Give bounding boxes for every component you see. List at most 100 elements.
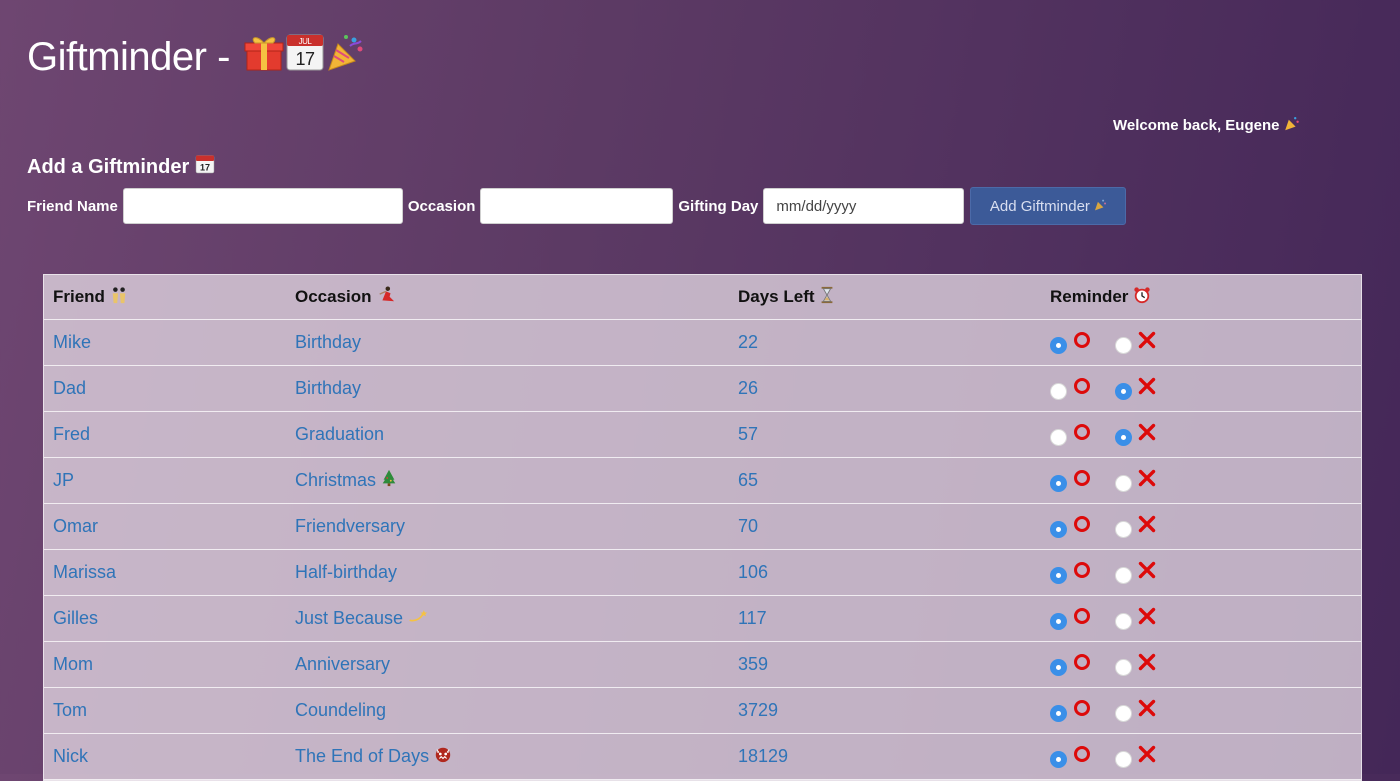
occasion-link[interactable]: Coundeling (295, 700, 386, 721)
occasion-cell: Christmas (286, 457, 729, 504)
occasion-cell: Graduation (286, 411, 729, 458)
occasion-link[interactable]: Anniversary (295, 654, 390, 675)
calendar-icon: JUL 17 (286, 32, 324, 82)
friend-cell: Mom (44, 641, 286, 688)
friend-cell: Gilles (44, 595, 286, 642)
reminder-off-radio[interactable] (1115, 613, 1132, 630)
reminder-off-radio[interactable] (1115, 567, 1132, 584)
friend-link[interactable]: Mom (53, 654, 93, 674)
days-left-cell: 106 (729, 549, 1041, 596)
days-left-value: 65 (738, 470, 759, 490)
table-row: Nick The End of Days 18129 (44, 733, 1361, 780)
occasion-link[interactable]: Half-birthday (295, 562, 397, 583)
reminder-on-radio[interactable] (1050, 429, 1067, 446)
reminder-on-radio[interactable] (1050, 475, 1067, 492)
table-row: Dad Birthday 26 (44, 365, 1361, 412)
svg-text:17: 17 (295, 49, 315, 69)
red-x-icon (1138, 469, 1156, 492)
reminder-on-radio[interactable] (1050, 567, 1067, 584)
reminder-on-radio[interactable] (1050, 659, 1067, 676)
occasion-link[interactable]: Birthday (295, 332, 361, 353)
welcome-message: Welcome back, Eugene (1113, 115, 1300, 135)
giftminder-table: Friend Occasion Days Left Reminder Mike … (43, 274, 1362, 781)
dancer-icon (377, 285, 395, 309)
occasion-cell: Birthday (286, 365, 729, 412)
reminder-on-radio[interactable] (1050, 705, 1067, 722)
friend-cell: Mike (44, 319, 286, 366)
table-row: Fred Graduation 57 (44, 411, 1361, 458)
days-left-cell: 57 (729, 411, 1041, 458)
header-days-left: Days Left (729, 275, 1041, 320)
red-circle-icon (1073, 515, 1091, 538)
header-occasion-label: Occasion (295, 287, 372, 306)
days-left-cell: 117 (729, 595, 1041, 642)
reminder-cell (1041, 549, 1361, 596)
reminder-on-radio[interactable] (1050, 613, 1067, 630)
occasion-link[interactable]: Graduation (295, 424, 384, 445)
occasion-link[interactable]: Christmas (295, 470, 376, 491)
occasion-cell: Coundeling (286, 687, 729, 734)
calendar-icon: 17 (195, 154, 215, 180)
occasion-link[interactable]: Friendversary (295, 516, 405, 537)
friend-link[interactable]: JP (53, 470, 74, 490)
svg-text:17: 17 (200, 163, 210, 173)
christmas-tree-icon (381, 469, 397, 492)
occasion-link[interactable]: The End of Days (295, 746, 429, 767)
header-reminder: Reminder (1041, 275, 1361, 320)
reminder-off-radio[interactable] (1115, 659, 1132, 676)
red-x-icon (1138, 331, 1156, 354)
header-friend-label: Friend (53, 287, 105, 306)
reminder-on-radio[interactable] (1050, 521, 1067, 538)
occasion-cell: Just Because (286, 595, 729, 642)
party-popper-icon (1094, 198, 1107, 215)
reminder-off-radio[interactable] (1115, 521, 1132, 538)
occasion-link[interactable]: Just Because (295, 608, 403, 629)
reminder-on-radio[interactable] (1050, 383, 1067, 400)
friend-link[interactable]: Tom (53, 700, 87, 720)
red-circle-icon (1073, 745, 1091, 768)
reminder-cell (1041, 411, 1361, 458)
friend-link[interactable]: Dad (53, 378, 86, 398)
friend-link[interactable]: Gilles (53, 608, 98, 628)
table-row: JP Christmas 65 (44, 457, 1361, 504)
reminder-off-radio[interactable] (1115, 751, 1132, 768)
friend-name-label: Friend Name (27, 197, 118, 215)
occasion-input[interactable] (480, 188, 674, 224)
friend-name-input[interactable] (122, 188, 403, 224)
red-circle-icon (1073, 699, 1091, 722)
reminder-cell (1041, 733, 1361, 780)
days-left-cell: 65 (729, 457, 1041, 504)
friend-link[interactable]: Omar (53, 516, 98, 536)
red-circle-icon (1073, 469, 1091, 492)
red-x-icon (1138, 699, 1156, 722)
occasion-cell: Friendversary (286, 503, 729, 550)
red-circle-icon (1073, 607, 1091, 630)
reminder-cell (1041, 687, 1361, 734)
reminder-off-radio[interactable] (1115, 383, 1132, 400)
reminder-off-radio[interactable] (1115, 429, 1132, 446)
days-left-value: 117 (738, 608, 767, 628)
friend-link[interactable]: Marissa (53, 562, 116, 582)
occasion-link[interactable]: Birthday (295, 378, 361, 399)
table-row: Mom Anniversary 359 (44, 641, 1361, 688)
friend-cell: Omar (44, 503, 286, 550)
add-giftminder-button[interactable]: Add Giftminder (970, 187, 1127, 225)
friend-cell: Tom (44, 687, 286, 734)
reminder-on-radio[interactable] (1050, 337, 1067, 354)
header-occasion: Occasion (286, 275, 729, 320)
gifting-day-input[interactable] (763, 188, 965, 224)
add-heading-text: Add a Giftminder (27, 155, 190, 178)
days-left-cell: 70 (729, 503, 1041, 550)
friend-link[interactable]: Nick (53, 746, 88, 766)
reminder-off-radio[interactable] (1115, 337, 1132, 354)
reminder-off-radio[interactable] (1115, 705, 1132, 722)
friend-link[interactable]: Mike (53, 332, 91, 352)
header-reminder-label: Reminder (1050, 287, 1129, 306)
reminder-cell (1041, 503, 1361, 550)
friend-link[interactable]: Fred (53, 424, 90, 444)
days-left-value: 70 (738, 516, 759, 536)
reminder-off-radio[interactable] (1115, 475, 1132, 492)
dizzy-icon (408, 608, 428, 629)
reminder-on-radio[interactable] (1050, 751, 1067, 768)
table-row: Gilles Just Because 117 (44, 595, 1361, 642)
